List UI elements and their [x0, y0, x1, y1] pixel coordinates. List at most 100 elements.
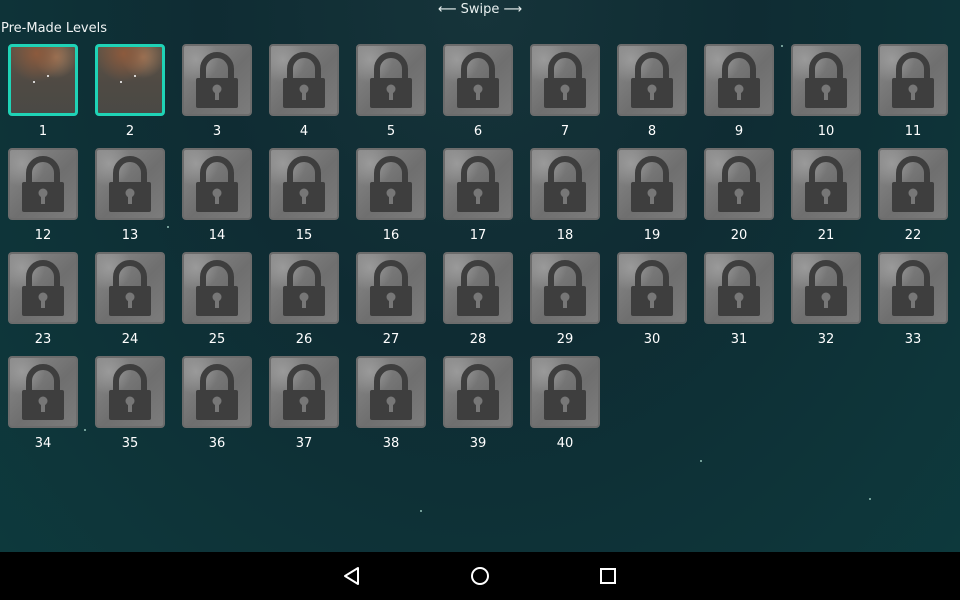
- locked-level-thumbnail: [878, 252, 948, 324]
- system-nav-bar: [0, 552, 960, 600]
- level-tile[interactable]: 32: [791, 252, 861, 347]
- lock-icon: [22, 156, 64, 212]
- level-tile[interactable]: 24: [95, 252, 165, 347]
- level-tile[interactable]: 1: [8, 44, 78, 139]
- level-number: 21: [817, 228, 835, 243]
- level-tile[interactable]: 6: [443, 44, 513, 139]
- home-button[interactable]: [468, 564, 492, 588]
- level-tile[interactable]: 38: [356, 356, 426, 451]
- lock-icon: [109, 364, 151, 420]
- level-tile[interactable]: 40: [530, 356, 600, 451]
- lock-icon: [457, 260, 499, 316]
- level-tile[interactable]: 4: [269, 44, 339, 139]
- level-tile[interactable]: 20: [704, 148, 774, 243]
- lock-icon: [196, 260, 238, 316]
- level-number: 9: [734, 124, 744, 139]
- level-tile[interactable]: 34: [8, 356, 78, 451]
- level-tile[interactable]: 9: [704, 44, 774, 139]
- level-tile[interactable]: 22: [878, 148, 948, 243]
- level-tile[interactable]: 37: [269, 356, 339, 451]
- locked-level-thumbnail: [8, 356, 78, 428]
- back-button[interactable]: [340, 564, 364, 588]
- lock-icon: [718, 260, 760, 316]
- locked-level-thumbnail: [791, 148, 861, 220]
- level-tile[interactable]: 39: [443, 356, 513, 451]
- locked-level-thumbnail: [530, 148, 600, 220]
- level-tile[interactable]: 15: [269, 148, 339, 243]
- level-tile[interactable]: 19: [617, 148, 687, 243]
- level-tile[interactable]: 13: [95, 148, 165, 243]
- locked-level-thumbnail: [8, 252, 78, 324]
- lock-icon: [805, 52, 847, 108]
- level-tile[interactable]: 27: [356, 252, 426, 347]
- level-tile[interactable]: 10: [791, 44, 861, 139]
- level-tile[interactable]: 5: [356, 44, 426, 139]
- level-number: 14: [208, 228, 226, 243]
- level-tile[interactable]: 16: [356, 148, 426, 243]
- level-number: 15: [295, 228, 313, 243]
- level-tile[interactable]: 2: [95, 44, 165, 139]
- level-tile[interactable]: 3: [182, 44, 252, 139]
- level-tile[interactable]: 36: [182, 356, 252, 451]
- level-tile[interactable]: 26: [269, 252, 339, 347]
- background-star: [869, 498, 871, 500]
- level-number: 38: [382, 436, 400, 451]
- level-number: 18: [556, 228, 574, 243]
- recents-button[interactable]: [596, 564, 620, 588]
- locked-level-thumbnail: [356, 252, 426, 324]
- level-number: 17: [469, 228, 487, 243]
- locked-level-thumbnail: [269, 252, 339, 324]
- lock-icon: [283, 52, 325, 108]
- lock-icon: [196, 156, 238, 212]
- level-number: 36: [208, 436, 226, 451]
- level-tile[interactable]: 33: [878, 252, 948, 347]
- level-tile[interactable]: 23: [8, 252, 78, 347]
- lock-icon: [22, 364, 64, 420]
- locked-level-thumbnail: [791, 252, 861, 324]
- back-triangle-icon: [344, 567, 359, 585]
- lock-icon: [370, 52, 412, 108]
- level-tile[interactable]: 18: [530, 148, 600, 243]
- level-number: 1: [38, 124, 48, 139]
- locked-level-thumbnail: [704, 44, 774, 116]
- swipe-hint: ⟵ Swipe ⟶: [437, 2, 523, 17]
- thumbnail-star: [134, 75, 136, 77]
- level-tile[interactable]: 8: [617, 44, 687, 139]
- level-tile[interactable]: 29: [530, 252, 600, 347]
- level-number: 28: [469, 332, 487, 347]
- locked-level-thumbnail: [530, 44, 600, 116]
- level-number: 12: [34, 228, 52, 243]
- level-number: 6: [473, 124, 483, 139]
- level-number: 33: [904, 332, 922, 347]
- lock-icon: [544, 260, 586, 316]
- locked-level-thumbnail: [182, 252, 252, 324]
- level-number: 13: [121, 228, 139, 243]
- level-tile[interactable]: 31: [704, 252, 774, 347]
- level-tile[interactable]: 21: [791, 148, 861, 243]
- level-tile[interactable]: 35: [95, 356, 165, 451]
- level-tile[interactable]: 7: [530, 44, 600, 139]
- locked-level-thumbnail: [269, 356, 339, 428]
- level-number: 23: [34, 332, 52, 347]
- level-tile[interactable]: 17: [443, 148, 513, 243]
- lock-icon: [196, 52, 238, 108]
- level-tile[interactable]: 30: [617, 252, 687, 347]
- lock-icon: [283, 260, 325, 316]
- locked-level-thumbnail: [269, 44, 339, 116]
- lock-icon: [283, 364, 325, 420]
- level-number: 20: [730, 228, 748, 243]
- locked-level-thumbnail: [530, 356, 600, 428]
- level-tile[interactable]: 11: [878, 44, 948, 139]
- level-tile[interactable]: 12: [8, 148, 78, 243]
- section-title: Pre-Made Levels: [1, 21, 108, 36]
- lock-icon: [370, 156, 412, 212]
- home-circle-icon: [471, 567, 489, 585]
- level-number: 22: [904, 228, 922, 243]
- level-tile[interactable]: 25: [182, 252, 252, 347]
- level-tile[interactable]: 14: [182, 148, 252, 243]
- locked-level-thumbnail: [443, 252, 513, 324]
- level-number: 10: [817, 124, 835, 139]
- lock-icon: [892, 52, 934, 108]
- lock-icon: [631, 156, 673, 212]
- level-tile[interactable]: 28: [443, 252, 513, 347]
